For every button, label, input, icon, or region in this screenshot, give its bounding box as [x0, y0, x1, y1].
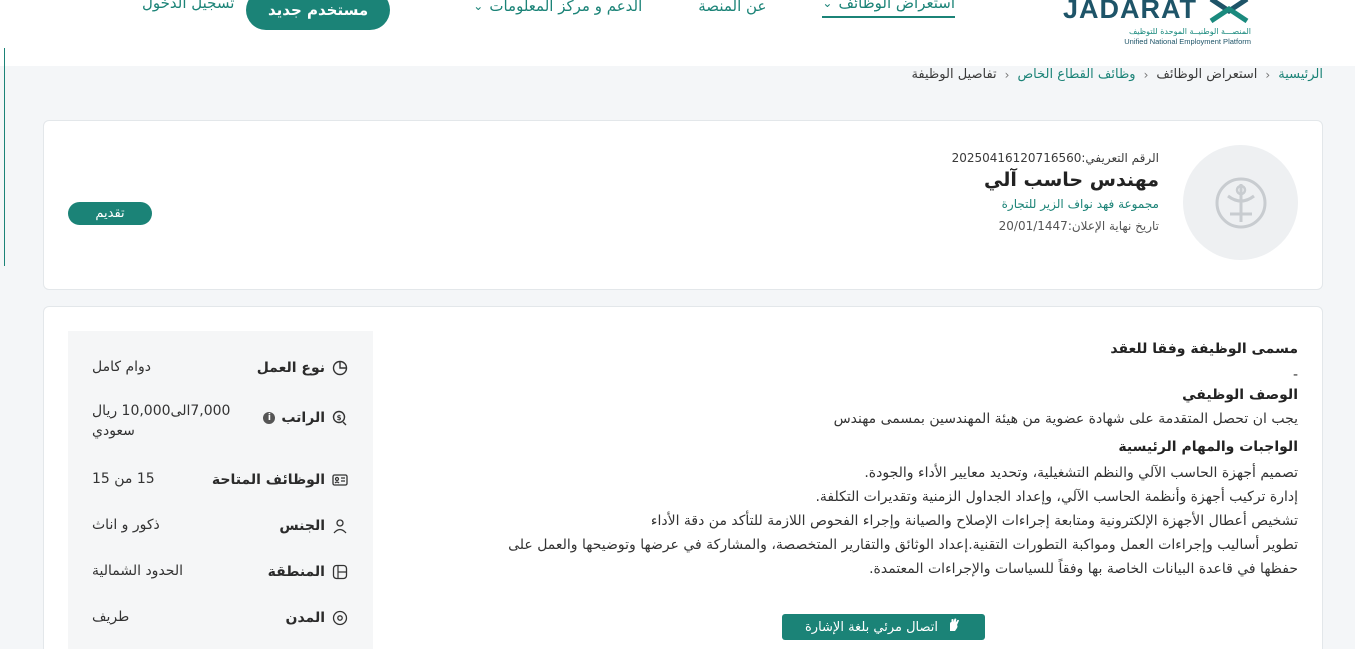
attr-work-type-value: دوام كامل: [92, 359, 152, 375]
attr-region-label-group: المنطقة: [268, 563, 349, 581]
attr-salary-label-group: $ الراتب i: [257, 409, 349, 427]
job-details-card: نوع العمل دوام كامل $ الراتب i 7,000الى1…: [43, 306, 1323, 649]
chevron-down-icon: ⌄: [822, 0, 833, 10]
attr-gender-value: ذكور و اناث: [92, 517, 160, 533]
logo-mark-icon: [1207, 0, 1251, 23]
attr-vacancies-label: الوظائف المتاحة: [211, 472, 325, 488]
sign-language-call-button[interactable]: اتصال مرئي بلغة الإشارة: [782, 614, 985, 640]
site-header: JADARAT المنصـــة الوطنيــة الموحدة للتو…: [0, 0, 1355, 66]
info-icon[interactable]: i: [263, 412, 276, 424]
description-heading: الوصف الوظيفي: [1182, 387, 1298, 403]
login-link[interactable]: تسجيل الدخول: [142, 0, 234, 12]
person-icon: [331, 517, 349, 535]
attr-salary-value: 7,000الى10,000 ريال سعودي: [92, 403, 230, 439]
hand-sign-icon: [946, 617, 962, 637]
company-link[interactable]: مجموعة فهد نواف الزير للتجارة: [952, 197, 1159, 211]
breadcrumb-separator-icon: ‹: [1143, 67, 1149, 82]
nav-browse-jobs[interactable]: استعراض الوظائف ⌄: [822, 0, 955, 18]
logo-english-tagline: Unified National Employment Platform: [1124, 37, 1251, 46]
job-info: الرقم التعريفي:20250416120716560 مهندس ح…: [952, 151, 1159, 233]
breadcrumb-browse[interactable]: استعراض الوظائف: [1156, 67, 1257, 82]
attr-salary-value-line2: سعودي: [92, 423, 135, 439]
attr-vacancies-label-group: الوظائف المتاحة: [212, 471, 349, 489]
jadarat-logo[interactable]: JADARAT المنصـــة الوطنيــة الموحدة للتو…: [1061, 0, 1251, 50]
attr-salary-value-line1: 7,000الى10,000 ريال: [92, 403, 231, 419]
job-summary-card: الرقم التعريفي:20250416120716560 مهندس ح…: [43, 120, 1323, 290]
new-user-button[interactable]: مستخدم جديد: [246, 0, 391, 30]
attr-region-label: المنطقة: [267, 564, 325, 580]
attr-city-label: المدن: [285, 610, 325, 626]
breadcrumb-private-jobs[interactable]: وظائف القطاع الخاص: [1017, 67, 1135, 82]
nav-browse-jobs-label: استعراض الوظائف: [838, 0, 955, 12]
chevron-down-icon: ⌄: [473, 0, 484, 13]
attr-city-label-group: المدن: [286, 609, 349, 627]
attr-region-value: الحدود الشمالية: [92, 563, 183, 579]
sign-language-label: اتصال مرئي بلغة الإشارة: [804, 619, 939, 635]
money-icon: $: [331, 409, 349, 427]
logo-wordmark: JADARAT: [1063, 0, 1251, 25]
location-pin-icon: [331, 609, 349, 627]
duty-item: إدارة تركيب أجهزة وأنظمة الحاسب الآلي، و…: [815, 489, 1298, 505]
main-nav: استعراض الوظائف ⌄ عن المنصة الدعم و مركز…: [473, 0, 955, 18]
job-description-content: مسمى الوظيفة وفقا للعقد - الوصف الوظيفي …: [418, 341, 1298, 581]
logo-text: JADARAT: [1063, 0, 1197, 24]
nav-support-label: الدعم و مركز المعلومات: [489, 0, 643, 15]
breadcrumb-separator-icon: ‹: [1004, 67, 1010, 82]
svg-text:$: $: [337, 414, 342, 422]
attr-gender-label: الجنس: [279, 518, 325, 534]
id-card-icon: [331, 471, 349, 489]
breadcrumb-separator-icon: ‹: [1265, 67, 1271, 82]
contract-title-heading: مسمى الوظيفة وفقا للعقد: [1110, 341, 1298, 357]
breadcrumb-home[interactable]: الرئيسية: [1278, 67, 1323, 82]
attr-work-type-label-group: نوع العمل: [257, 359, 349, 377]
duty-item: تطوير أساليب وإجراءات العمل ومواكبة التط…: [508, 537, 1298, 553]
contract-title-value: -: [1292, 367, 1298, 383]
deadline: تاريخ نهاية الإعلان:20/01/1447: [998, 219, 1159, 233]
pie-chart-icon: [331, 359, 349, 377]
left-edge-line: [4, 48, 5, 266]
breadcrumb: الرئيسية ‹ استعراض الوظائف ‹ وظائف القطا…: [911, 67, 1323, 82]
description-text: يجب ان تحصل المتقدمة على شهادة عضوية من …: [833, 411, 1298, 427]
job-title: مهندس حاسب آلي: [984, 169, 1159, 191]
attr-salary-label: الراتب: [281, 410, 325, 426]
apply-button[interactable]: تقديم: [68, 202, 152, 225]
job-id: الرقم التعريفي:20250416120716560: [951, 151, 1159, 165]
company-avatar: [1183, 145, 1298, 260]
nav-support[interactable]: الدعم و مركز المعلومات ⌄: [473, 0, 642, 15]
attr-vacancies-value: 15 من 15: [92, 471, 155, 487]
attr-gender-label-group: الجنس: [279, 517, 349, 535]
map-icon: [331, 563, 349, 581]
duties-heading: الواجبات والمهام الرئيسية: [1118, 439, 1298, 455]
attr-work-type-label: نوع العمل: [256, 360, 325, 376]
duties-list: تصميم أجهزة الحاسب الآلي والنظم التشغيلي…: [418, 461, 1298, 581]
duty-item: حفظها في قاعدة البيانات الخاصة بها وفقاً…: [869, 561, 1298, 577]
duty-item: تصميم أجهزة الحاسب الآلي والنظم التشغيلي…: [864, 465, 1298, 481]
job-attributes-panel: نوع العمل دوام كامل $ الراتب i 7,000الى1…: [68, 331, 373, 649]
nav-about-label: عن المنصة: [698, 0, 767, 15]
duty-item: تشخيص أعطال الأجهزة الإلكترونية ومتابعة …: [650, 513, 1298, 529]
logo-arabic-tagline: المنصـــة الوطنيــة الموحدة للتوظيف: [1129, 27, 1251, 36]
company-placeholder-icon: [1215, 177, 1266, 228]
attr-city-value: طريف: [92, 609, 130, 625]
nav-about[interactable]: عن المنصة: [698, 0, 766, 15]
breadcrumb-current: تفاصيل الوظيفة: [911, 67, 997, 82]
